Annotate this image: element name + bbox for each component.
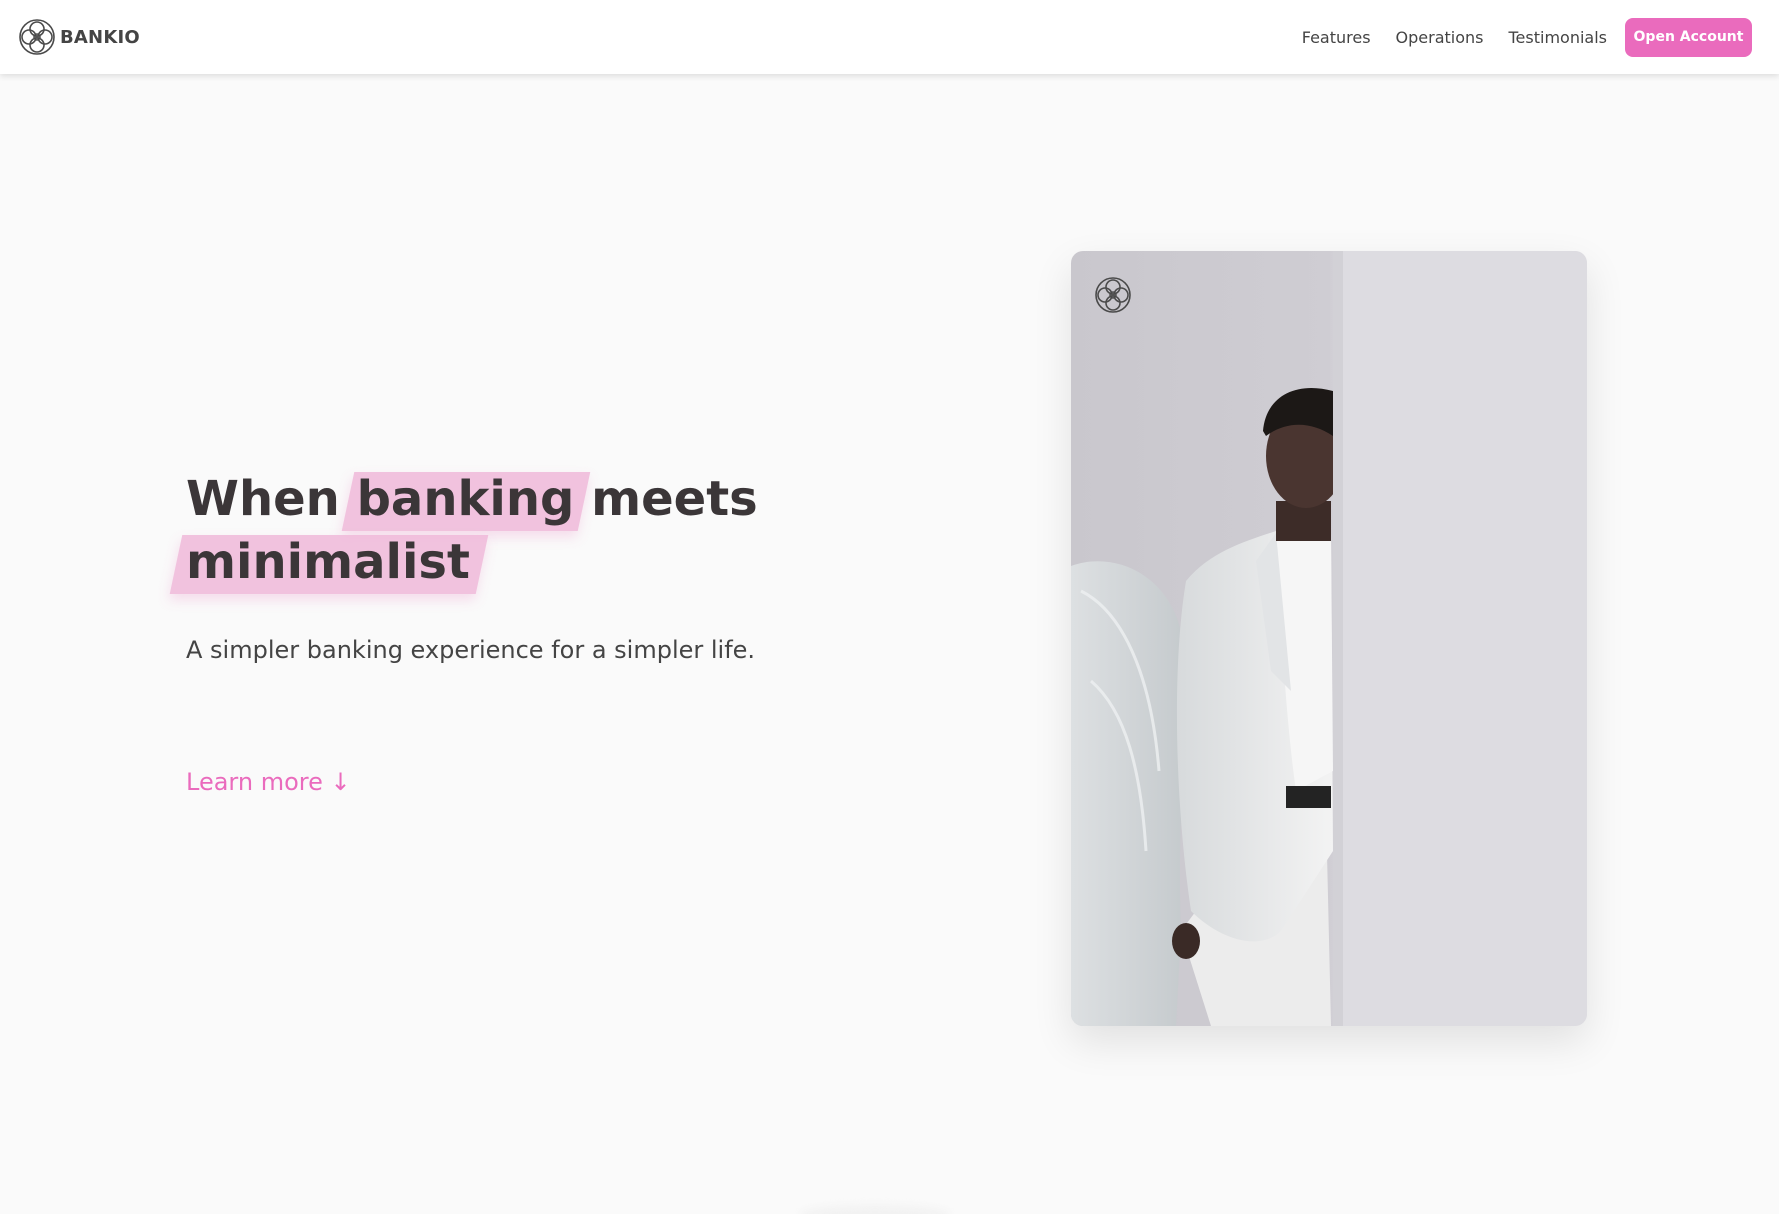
brand[interactable]: BANKIO: [17, 17, 140, 57]
brand-name: BANKIO: [60, 26, 140, 48]
hero-image: [1071, 251, 1587, 1026]
card-logo-icon: [1095, 277, 1131, 313]
nav-link-features[interactable]: Features: [1302, 28, 1371, 47]
nav-links: Features Operations Testimonials Open Ac…: [1302, 17, 1752, 57]
title-word-meets: meets: [591, 471, 758, 527]
hero-photo: [1071, 251, 1587, 1026]
nav-link-testimonials[interactable]: Testimonials: [1509, 28, 1608, 47]
hero-title: When banking meets minimalist: [186, 468, 806, 594]
section-divider-shadow: [800, 1205, 950, 1214]
title-word-minimalist-highlight: minimalist: [186, 531, 470, 594]
title-word-when: When: [186, 471, 340, 527]
bankio-logo-icon: [19, 19, 55, 55]
learn-more-link[interactable]: Learn more ↓: [186, 768, 351, 796]
title-word-banking-highlight: banking: [357, 468, 575, 531]
navbar: BANKIO Features Operations Testimonials …: [0, 0, 1779, 74]
hero-subtitle: A simpler banking experience for a simpl…: [186, 636, 756, 664]
open-account-button[interactable]: Open Account: [1625, 17, 1752, 57]
nav-link-operations[interactable]: Operations: [1396, 28, 1484, 47]
